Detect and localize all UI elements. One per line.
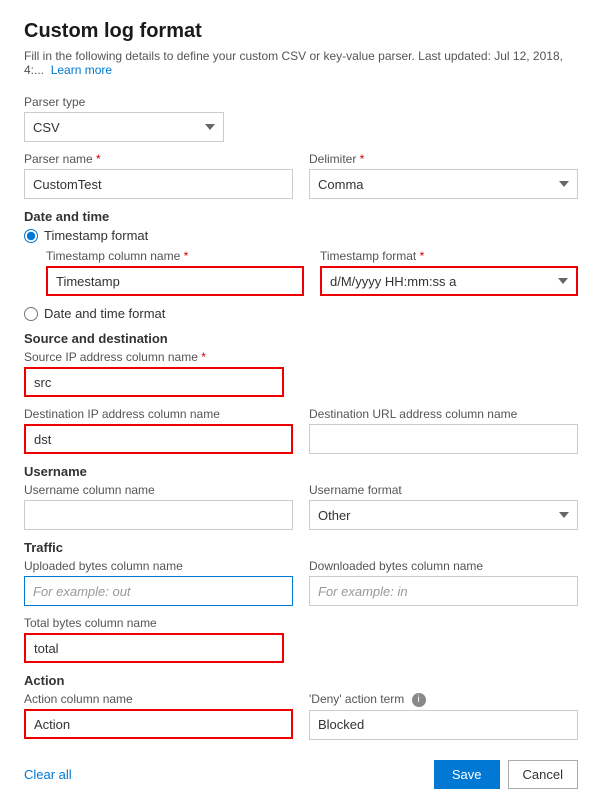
cancel-button[interactable]: Cancel — [508, 760, 578, 789]
username-col-label: Username column name — [24, 483, 293, 497]
deny-info-icon[interactable]: i — [412, 693, 426, 707]
date-time-section-label: Date and time — [24, 209, 578, 224]
delimiter-label: Delimiter — [309, 152, 578, 166]
timestamp-col-label: Timestamp column name — [46, 249, 304, 263]
date-time-format-radio[interactable] — [24, 307, 38, 321]
dst-url-label: Destination URL address column name — [309, 407, 578, 421]
parser-type-label: Parser type — [24, 95, 578, 109]
timestamp-format-radio-label: Timestamp format — [44, 228, 148, 243]
parser-type-select[interactable]: CSV — [24, 112, 224, 142]
traffic-section-label: Traffic — [24, 540, 578, 555]
action-col-input[interactable] — [24, 709, 293, 739]
dst-ip-label: Destination IP address column name — [24, 407, 293, 421]
timestamp-format-radio[interactable] — [24, 229, 38, 243]
parser-name-input[interactable] — [24, 169, 293, 199]
timestamp-format-select[interactable]: d/M/yyyy HH:mm:ss a — [320, 266, 578, 296]
timestamp-col-input[interactable] — [46, 266, 304, 296]
deny-action-input[interactable] — [309, 710, 578, 740]
src-ip-input[interactable] — [24, 367, 284, 397]
username-format-label: Username format — [309, 483, 578, 497]
page-title: Custom log format — [24, 20, 578, 43]
username-format-select[interactable]: Other Domain\User User@Domain User — [309, 500, 578, 530]
src-ip-label: Source IP address column name — [24, 350, 578, 364]
dst-ip-input[interactable] — [24, 424, 293, 454]
download-input[interactable] — [309, 576, 578, 606]
deny-action-label: 'Deny' action term i — [309, 692, 578, 707]
timestamp-format-label: Timestamp format — [320, 249, 578, 263]
source-dest-section-label: Source and destination — [24, 331, 578, 346]
save-button[interactable]: Save — [434, 760, 500, 789]
parser-name-label: Parser name — [24, 152, 293, 166]
date-time-format-radio-label: Date and time format — [44, 306, 165, 321]
download-label: Downloaded bytes column name — [309, 559, 578, 573]
page-subtitle: Fill in the following details to define … — [24, 49, 578, 77]
action-section-label: Action — [24, 673, 578, 688]
delimiter-select[interactable]: Comma — [309, 169, 578, 199]
total-bytes-label: Total bytes column name — [24, 616, 578, 630]
learn-more-link[interactable]: Learn more — [51, 63, 112, 77]
username-section-label: Username — [24, 464, 578, 479]
username-col-input[interactable] — [24, 500, 293, 530]
action-col-label: Action column name — [24, 692, 293, 706]
dst-url-input[interactable] — [309, 424, 578, 454]
total-bytes-input[interactable] — [24, 633, 284, 663]
upload-label: Uploaded bytes column name — [24, 559, 293, 573]
upload-input[interactable] — [24, 576, 293, 606]
